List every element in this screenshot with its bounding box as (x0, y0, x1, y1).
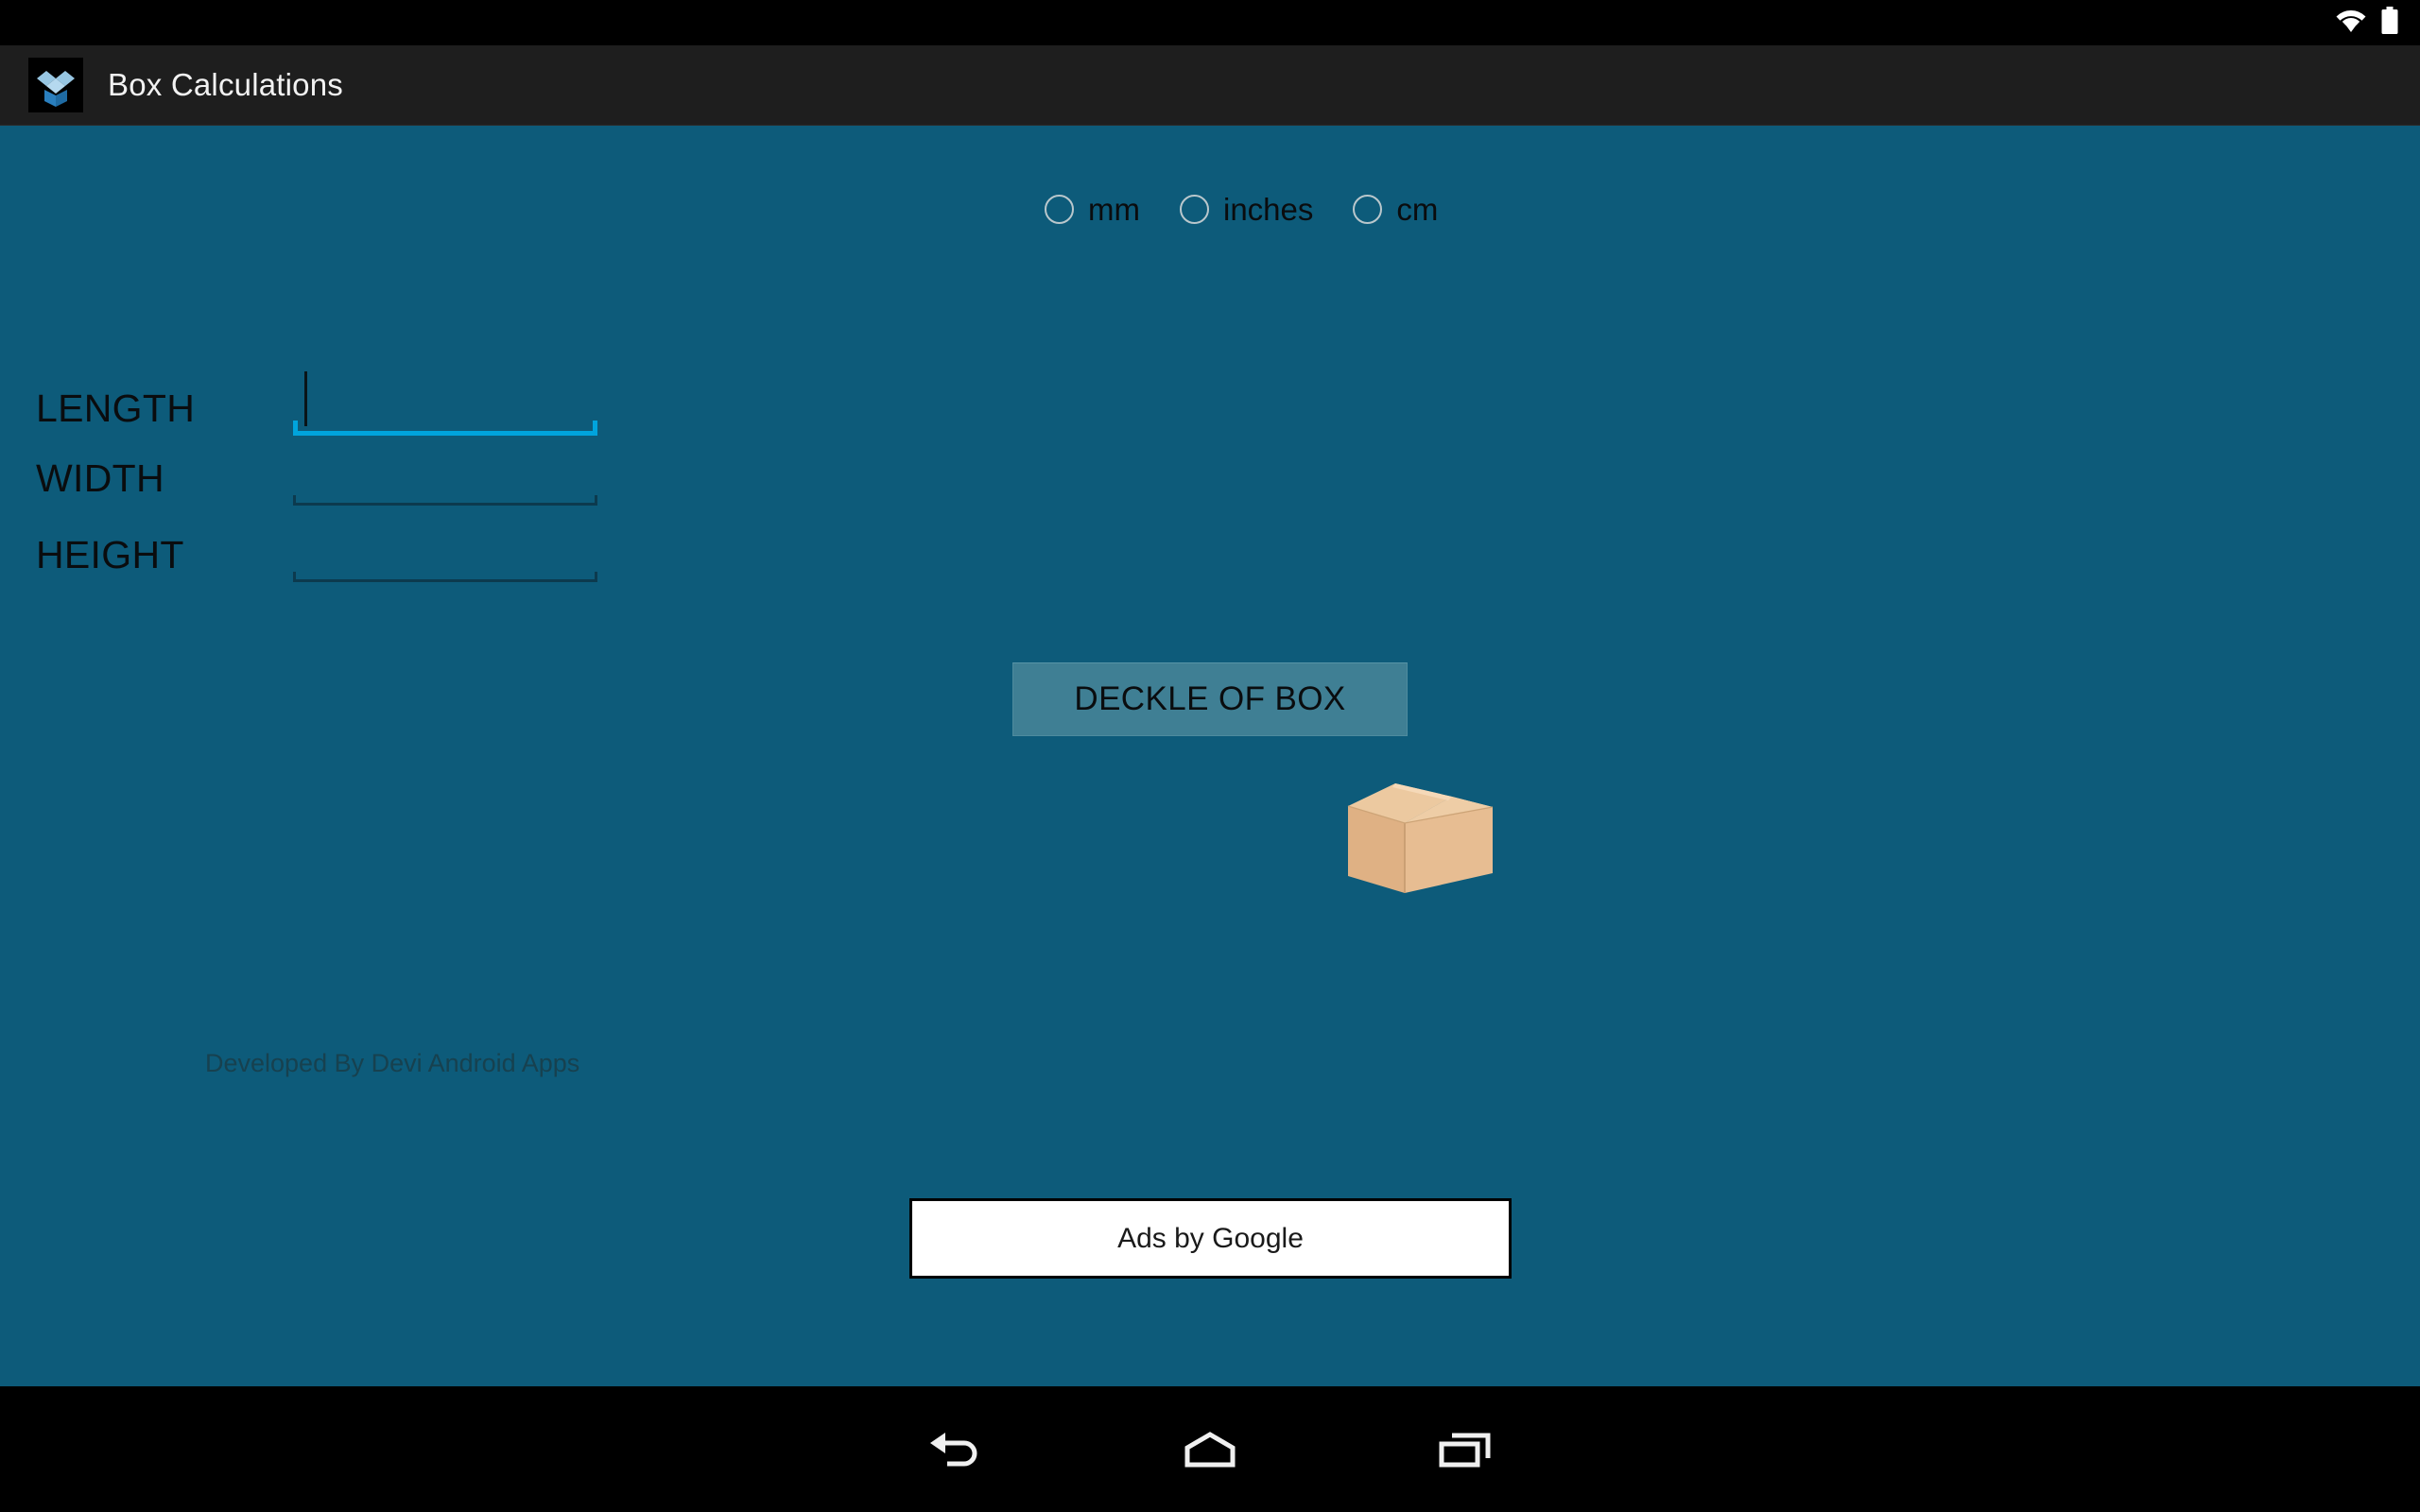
status-bar (0, 0, 2420, 45)
radio-label-inches: inches (1222, 192, 1314, 227)
android-navigation-bar (0, 1386, 2420, 1512)
radio-circle-icon[interactable] (1353, 195, 1383, 224)
unit-radio-group: mm inches cm (1045, 194, 1438, 225)
android-screen: Box Calculations mm inches cm LENGTH WID… (0, 0, 2420, 1512)
label-width: WIDTH (36, 455, 164, 500)
radio-circle-icon[interactable] (1179, 195, 1209, 224)
cardboard-box-image (1342, 778, 1498, 899)
battery-full-icon (2380, 6, 2399, 40)
app-title: Box Calculations (108, 67, 343, 102)
length-input[interactable] (293, 381, 597, 436)
input-underline (293, 572, 597, 582)
input-wrap-width[interactable] (293, 451, 597, 506)
radio-label-cm: cm (1396, 192, 1439, 227)
input-wrap-length[interactable] (293, 371, 597, 436)
width-input[interactable] (293, 451, 597, 506)
back-icon[interactable] (903, 1417, 1007, 1483)
text-caret (304, 371, 307, 426)
height-input[interactable] (293, 527, 597, 582)
developer-credit: Developed By Devi Android Apps (205, 1049, 580, 1077)
field-row-length: LENGTH (36, 371, 597, 436)
input-underline (293, 495, 597, 506)
input-underline (293, 421, 597, 436)
input-wrap-height[interactable] (293, 527, 597, 582)
label-height: HEIGHT (36, 532, 184, 576)
radio-option-mm[interactable]: mm (1045, 194, 1140, 225)
radio-label-mm: mm (1088, 192, 1140, 227)
field-row-height: HEIGHT (36, 527, 597, 582)
radio-option-inches[interactable]: inches (1179, 192, 1314, 227)
field-row-width: WIDTH (36, 451, 597, 506)
label-length: LENGTH (36, 386, 196, 430)
radio-option-cm[interactable]: cm (1353, 194, 1438, 225)
recent-apps-icon[interactable] (1413, 1417, 1517, 1483)
ad-label: Ads by Google (1117, 1222, 1304, 1254)
open-box-app-icon (28, 58, 83, 112)
action-bar: Box Calculations (0, 45, 2420, 126)
ads-by-google-banner[interactable]: Ads by Google (909, 1198, 1512, 1279)
radio-circle-icon[interactable] (1045, 195, 1074, 224)
wifi-icon (2335, 9, 2367, 38)
main-content: mm inches cm LENGTH WIDTH HEIGHT DECKLE … (0, 126, 2420, 1386)
deckle-of-box-button[interactable]: DECKLE OF BOX (1012, 662, 1408, 736)
home-icon[interactable] (1158, 1417, 1262, 1483)
